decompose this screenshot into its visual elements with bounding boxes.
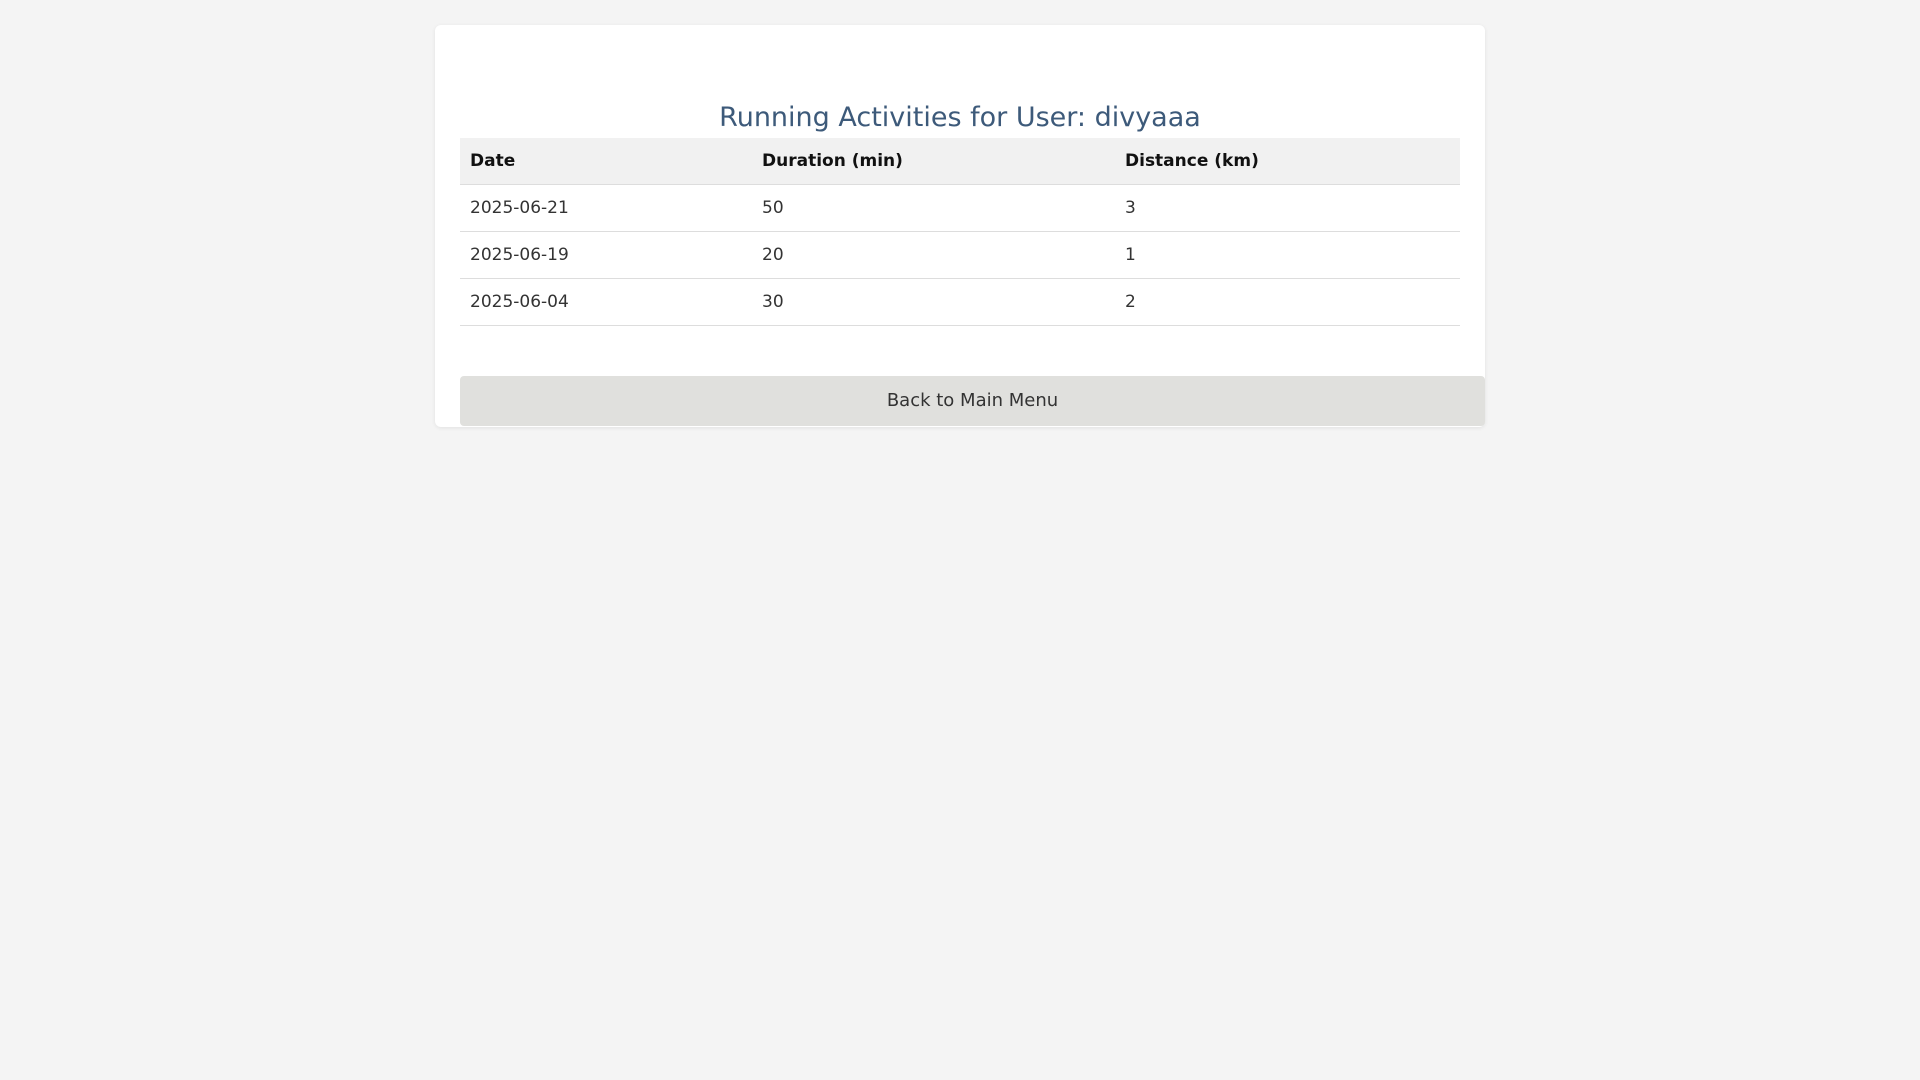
column-header-duration: Duration (min) (752, 138, 1115, 185)
cell-date: 2025-06-04 (460, 278, 752, 326)
cell-date: 2025-06-19 (460, 231, 752, 279)
column-header-distance: Distance (km) (1115, 138, 1460, 185)
table-row: 2025-06-04 30 2 (460, 278, 1460, 326)
cell-duration: 30 (752, 278, 1115, 326)
cell-distance: 1 (1115, 231, 1460, 279)
cell-duration: 50 (752, 184, 1115, 232)
cell-distance: 2 (1115, 278, 1460, 326)
activities-table: Date Duration (min) Distance (km) 2025-0… (460, 138, 1460, 326)
cell-duration: 20 (752, 231, 1115, 279)
back-to-main-menu-button[interactable]: Back to Main Menu (460, 376, 1485, 426)
table-header-row: Date Duration (min) Distance (km) (460, 138, 1460, 185)
table-row: 2025-06-19 20 1 (460, 231, 1460, 279)
page-title: Running Activities for User: divyaaa (719, 102, 1201, 133)
activities-card: Running Activities for User: divyaaa Dat… (435, 25, 1485, 427)
cell-distance: 3 (1115, 184, 1460, 232)
table-row: 2025-06-21 50 3 (460, 184, 1460, 232)
column-header-date: Date (460, 138, 752, 185)
cell-date: 2025-06-21 (460, 184, 752, 232)
